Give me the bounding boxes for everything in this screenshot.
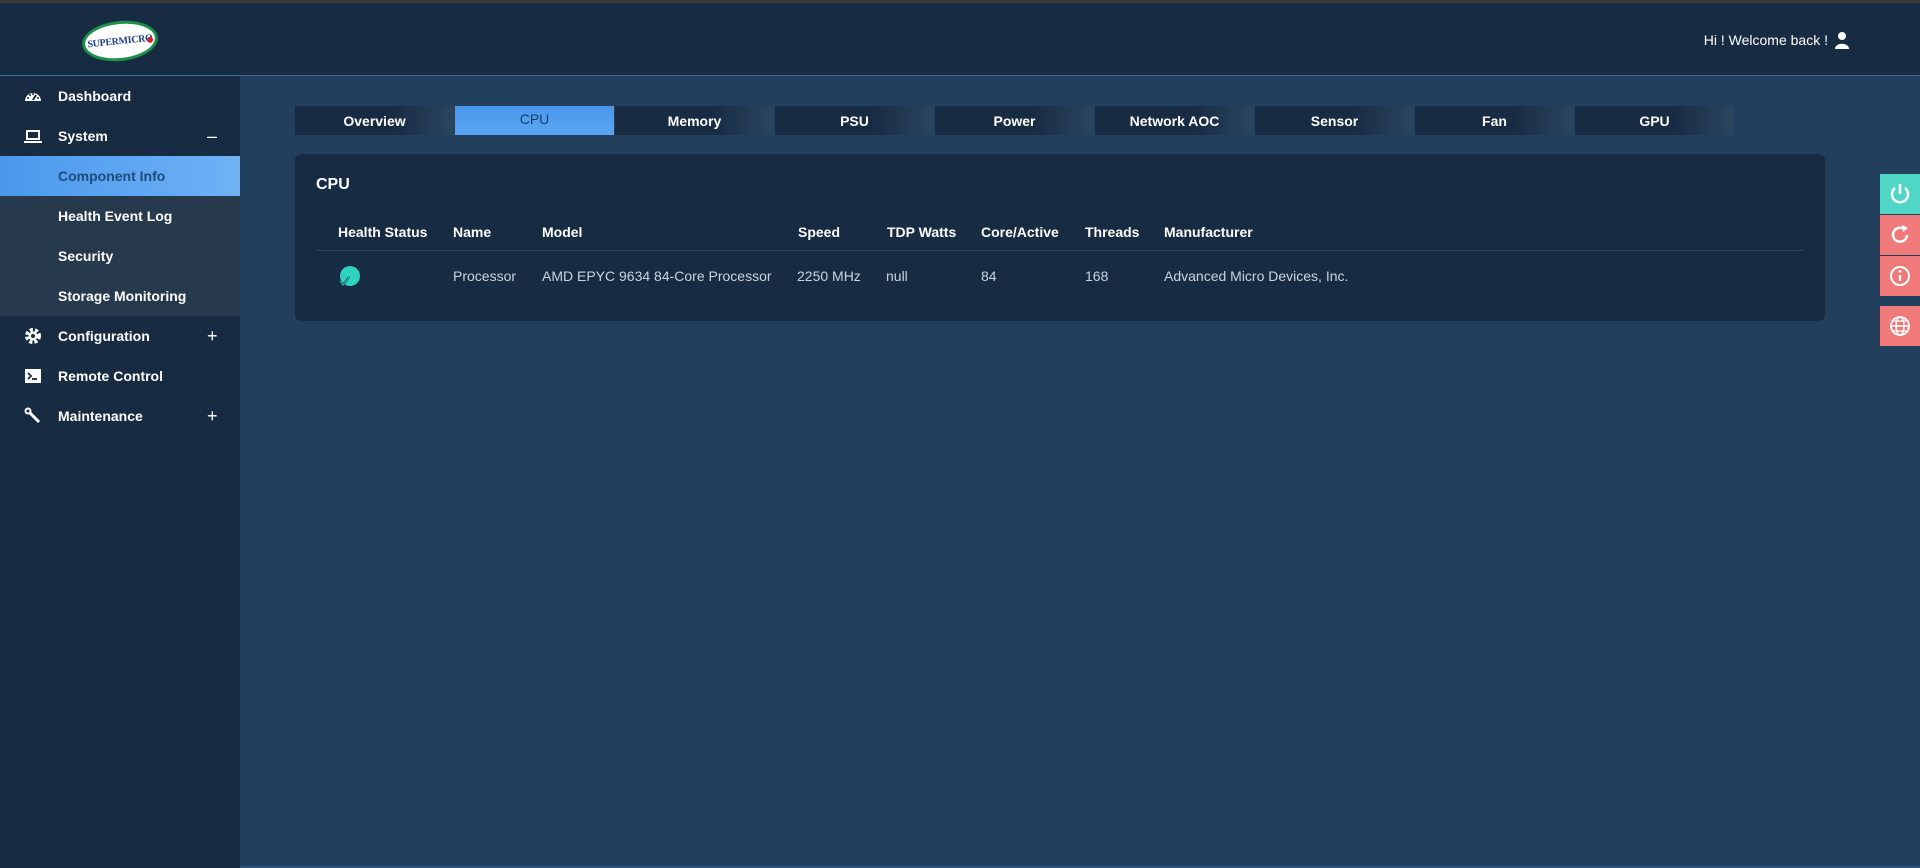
column-header: Manufacturer bbox=[1164, 224, 1253, 240]
collapse-toggle[interactable]: – bbox=[207, 126, 217, 147]
sidebar-item-maintenance[interactable]: Maintenance + bbox=[0, 396, 240, 436]
expand-toggle[interactable]: + bbox=[207, 406, 218, 427]
sidebar-label-remote-control: Remote Control bbox=[58, 368, 163, 384]
system-submenu: Component Info Health Event Log Security… bbox=[0, 156, 240, 316]
column-header: TDP Watts bbox=[887, 224, 957, 240]
cpu-model: AMD EPYC 9634 84-Core Processor bbox=[542, 268, 772, 284]
gear-icon bbox=[25, 328, 41, 344]
info-button[interactable] bbox=[1880, 256, 1920, 296]
tab-power[interactable]: Power bbox=[935, 106, 1094, 135]
laptop-icon bbox=[24, 130, 42, 143]
wrench-icon bbox=[24, 407, 41, 424]
cpu-threads: 168 bbox=[1085, 268, 1109, 284]
tab-overview[interactable]: Overview bbox=[295, 106, 454, 135]
logo-text: SUPERMICRO bbox=[86, 32, 154, 50]
column-header: Core/Active bbox=[981, 224, 1059, 240]
tab-fan[interactable]: Fan bbox=[1415, 106, 1574, 135]
refresh-icon bbox=[1891, 225, 1909, 243]
sidebar-label-dashboard: Dashboard bbox=[58, 88, 132, 104]
expand-toggle[interactable]: + bbox=[207, 326, 218, 347]
info-icon bbox=[1890, 266, 1910, 286]
sidebar-item-dashboard[interactable]: Dashboard bbox=[0, 76, 240, 116]
cpu-cores: 84 bbox=[981, 268, 997, 284]
top-header: SUPERMICRO Hi ! Welcome back ! bbox=[0, 3, 1920, 76]
health-ok-icon bbox=[339, 266, 360, 287]
column-header: Health Status bbox=[338, 224, 428, 240]
cpu-tdp: null bbox=[886, 268, 908, 284]
terminal-icon bbox=[25, 369, 41, 383]
sidebar-label-security: Security bbox=[58, 248, 114, 264]
sidebar-label-component-info: Component Info bbox=[58, 168, 166, 184]
tab-network-aoc[interactable]: Network AOC bbox=[1095, 106, 1254, 135]
sidebar-item-system[interactable]: System – bbox=[0, 116, 240, 156]
tab-cpu[interactable]: CPU bbox=[455, 106, 614, 135]
sidebar-item-component-info[interactable]: Component Info bbox=[0, 156, 240, 196]
user-icon[interactable] bbox=[1834, 31, 1850, 49]
cpu-name: Processor bbox=[453, 268, 517, 284]
sidebar-item-health-event-log[interactable]: Health Event Log bbox=[0, 196, 240, 236]
sidebar-label-health-event-log: Health Event Log bbox=[58, 208, 173, 224]
sidebar-label-maintenance: Maintenance bbox=[58, 408, 143, 424]
column-header: Name bbox=[453, 224, 492, 240]
header-divider bbox=[316, 250, 1804, 251]
refresh-button[interactable] bbox=[1880, 215, 1920, 255]
column-header: Speed bbox=[798, 224, 841, 240]
cpu-card: CPU Health Status Name Model Speed TDP W… bbox=[295, 154, 1825, 321]
supermicro-logo[interactable]: SUPERMICRO bbox=[80, 17, 160, 65]
tab-psu[interactable]: PSU bbox=[775, 106, 934, 135]
dashboard-icon bbox=[25, 93, 41, 101]
tab-memory[interactable]: Memory bbox=[615, 106, 774, 135]
column-header: Threads bbox=[1085, 224, 1140, 240]
sidebar-label-configuration: Configuration bbox=[58, 328, 150, 344]
sidebar: Dashboard System – Component Info Health… bbox=[0, 76, 240, 868]
welcome-text: Hi ! Welcome back ! bbox=[1703, 32, 1828, 48]
tab-gpu[interactable]: GPU bbox=[1575, 106, 1734, 135]
power-icon bbox=[1890, 184, 1910, 204]
column-header: Model bbox=[542, 224, 583, 240]
language-button[interactable] bbox=[1880, 306, 1920, 346]
sidebar-label-system: System bbox=[58, 128, 108, 144]
cpu-speed: 2250 MHz bbox=[797, 268, 861, 284]
sidebar-item-configuration[interactable]: Configuration + bbox=[0, 316, 240, 356]
globe-icon bbox=[1890, 316, 1910, 336]
card-title: CPU bbox=[316, 176, 350, 193]
component-tabs: Overview CPU Memory PSU Power Network AO… bbox=[295, 106, 1734, 135]
cpu-manufacturer: Advanced Micro Devices, Inc. bbox=[1164, 268, 1349, 284]
power-button[interactable] bbox=[1880, 174, 1920, 214]
sidebar-item-remote-control[interactable]: Remote Control bbox=[0, 356, 240, 396]
sidebar-item-security[interactable]: Security bbox=[0, 236, 240, 276]
sidebar-item-storage-monitoring[interactable]: Storage Monitoring bbox=[0, 276, 240, 316]
user-welcome[interactable]: Hi ! Welcome back ! bbox=[1704, 31, 1850, 49]
tab-sensor[interactable]: Sensor bbox=[1255, 106, 1414, 135]
sidebar-label-storage-monitoring: Storage Monitoring bbox=[58, 288, 187, 304]
